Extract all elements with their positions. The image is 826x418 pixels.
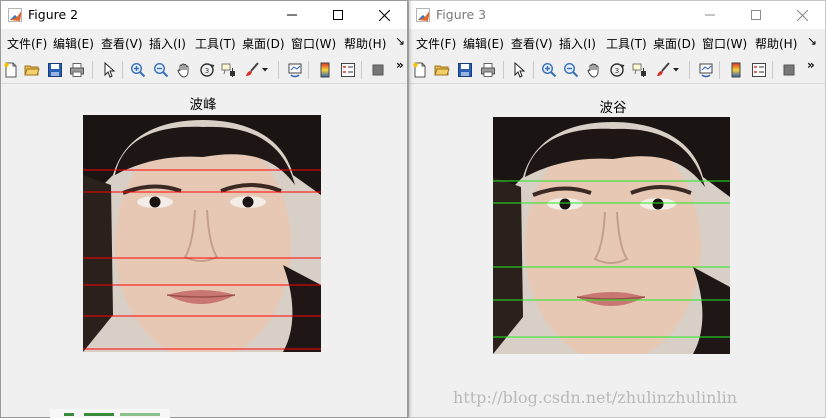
save-icon[interactable] [45, 60, 65, 80]
hide-plot-tools-icon[interactable] [368, 60, 388, 80]
new-file-icon[interactable] [1, 60, 21, 80]
maximize-button[interactable] [733, 1, 779, 29]
menu-window[interactable]: 窗口(W) [291, 35, 336, 52]
zoom-out-icon[interactable] [151, 60, 171, 80]
matlab-logo-icon [8, 8, 22, 22]
figure-toolbar: 3 » [1, 56, 407, 84]
toolbar-separator [772, 61, 773, 79]
toolbar-separator [503, 61, 504, 79]
data-cursor-icon[interactable] [219, 60, 239, 80]
title-bar[interactable]: Figure 2 [1, 1, 407, 29]
menu-tools[interactable]: 工具(T) [606, 35, 647, 52]
toolbar-separator [122, 61, 123, 79]
toolbar-separator [533, 61, 534, 79]
menu-tools[interactable]: 工具(T) [195, 35, 236, 52]
menu-bar: 文件(F) 编辑(E) 查看(V) 插入(I) 工具(T) 桌面(D) 窗口(W… [1, 31, 407, 53]
menu-overflow-icon[interactable]: ↘ [807, 34, 817, 48]
legend-icon[interactable] [338, 60, 358, 80]
toolbar-separator [92, 61, 93, 79]
menu-insert[interactable]: 插入(I) [559, 35, 596, 52]
toolbar-separator [689, 61, 690, 79]
minimize-button[interactable] [269, 1, 315, 29]
menu-view[interactable]: 查看(V) [511, 35, 553, 52]
print-icon[interactable] [478, 60, 498, 80]
colorbar-icon[interactable] [726, 60, 746, 80]
toolbar-overflow-icon[interactable]: » [807, 58, 815, 72]
rotate-3d-icon[interactable]: 3 [197, 60, 217, 80]
zoom-out-icon[interactable] [561, 60, 581, 80]
menu-view[interactable]: 查看(V) [101, 35, 143, 52]
toolbar-separator [278, 61, 279, 79]
toolbar-separator [308, 61, 309, 79]
data-cursor-icon[interactable] [630, 60, 650, 80]
brush-icon[interactable] [242, 60, 262, 80]
menu-desktop[interactable]: 桌面(D) [242, 35, 285, 52]
toolbar-overflow-icon[interactable]: » [396, 58, 404, 72]
rotate-3d-icon[interactable]: 3 [607, 60, 627, 80]
pan-hand-icon[interactable] [584, 60, 604, 80]
open-folder-icon[interactable] [432, 60, 452, 80]
face-image-valleys [493, 117, 730, 354]
colorbar-icon[interactable] [315, 60, 335, 80]
watermark-text: http://blog.csdn.net/zhulinzhulinlin [453, 388, 737, 407]
select-pointer-icon[interactable] [509, 60, 529, 80]
hide-plot-tools-icon[interactable] [779, 60, 799, 80]
partial-status-strip [50, 409, 170, 418]
svg-text:3: 3 [615, 67, 619, 75]
title-bar[interactable]: Figure 3 [409, 1, 825, 29]
svg-text:3: 3 [205, 67, 209, 75]
link-plot-icon[interactable] [696, 60, 716, 80]
menu-edit[interactable]: 编辑(E) [53, 35, 94, 52]
brush-dropdown-icon[interactable] [671, 60, 681, 80]
print-icon[interactable] [67, 60, 87, 80]
menu-edit[interactable]: 编辑(E) [463, 35, 504, 52]
axes-title: 波谷 [599, 100, 627, 116]
menu-file[interactable]: 文件(F) [416, 35, 456, 52]
legend-icon[interactable] [749, 60, 769, 80]
open-folder-icon[interactable] [22, 60, 42, 80]
close-button[interactable] [779, 1, 825, 29]
select-pointer-icon[interactable] [99, 60, 119, 80]
menu-file[interactable]: 文件(F) [7, 35, 47, 52]
window-title: Figure 3 [436, 7, 487, 22]
peak-lines-layer [83, 169, 321, 350]
link-plot-icon[interactable] [285, 60, 305, 80]
brush-dropdown-icon[interactable] [260, 60, 270, 80]
pan-hand-icon[interactable] [174, 60, 194, 80]
figure-toolbar: 3 » [409, 56, 825, 84]
face-image-peaks [83, 115, 321, 352]
valley-lines-layer [493, 180, 730, 338]
menu-bar: 文件(F) 编辑(E) 查看(V) 插入(I) 工具(T) 桌面(D) 窗口(W… [409, 31, 825, 53]
menu-window[interactable]: 窗口(W) [702, 35, 747, 52]
close-button[interactable] [361, 1, 407, 29]
matlab-logo-icon [416, 8, 430, 22]
window-title: Figure 2 [28, 7, 79, 22]
axes-title: 波峰 [189, 97, 217, 113]
minimize-button[interactable] [687, 1, 733, 29]
brush-icon[interactable] [653, 60, 673, 80]
menu-help[interactable]: 帮助(H) [344, 35, 386, 52]
menu-insert[interactable]: 插入(I) [149, 35, 186, 52]
figure-3-window: Figure 3 文件(F) 编辑(E) 查看(V) 插入(I) 工具(T) 桌… [408, 0, 826, 418]
toolbar-separator [719, 61, 720, 79]
toolbar-separator [361, 61, 362, 79]
save-icon[interactable] [455, 60, 475, 80]
new-file-icon[interactable] [410, 60, 430, 80]
zoom-in-icon[interactable] [539, 60, 559, 80]
menu-overflow-icon[interactable]: ↘ [395, 34, 405, 48]
menu-help[interactable]: 帮助(H) [755, 35, 797, 52]
figure-2-window: Figure 2 文件(F) 编辑(E) 查看(V) 插入(I) 工具(T) 桌… [0, 0, 408, 418]
menu-desktop[interactable]: 桌面(D) [653, 35, 696, 52]
maximize-button[interactable] [315, 1, 361, 29]
zoom-in-icon[interactable] [128, 60, 148, 80]
